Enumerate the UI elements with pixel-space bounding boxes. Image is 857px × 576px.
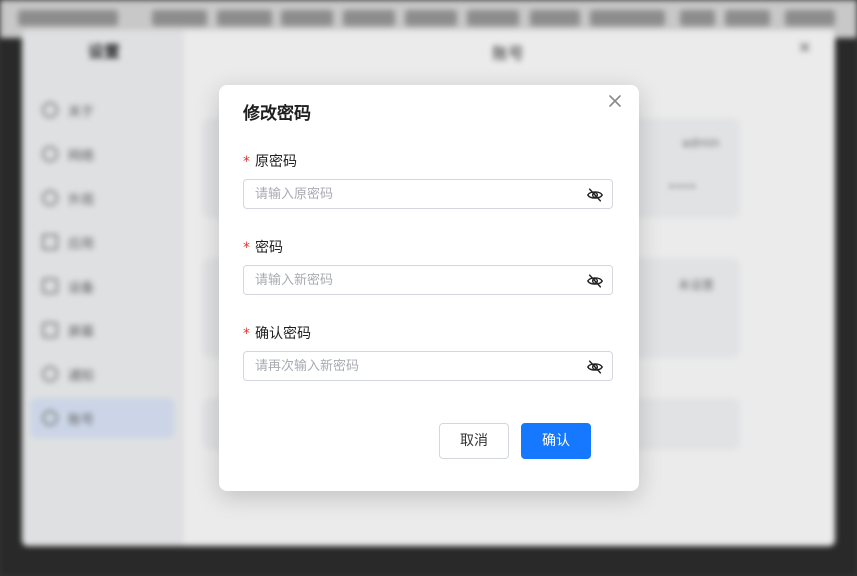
new-password-label: * 密码 (243, 237, 283, 257)
confirm-password-label: * 确认密码 (243, 323, 311, 343)
old-password-label-text: 原密码 (255, 154, 297, 170)
new-password-label-text: 密码 (255, 240, 283, 256)
old-password-label: * 原密码 (243, 151, 297, 171)
old-password-field[interactable] (243, 179, 613, 209)
required-mark: * (243, 240, 250, 256)
required-mark: * (243, 154, 250, 170)
new-password-input[interactable] (255, 266, 575, 294)
eye-hidden-icon[interactable] (586, 272, 604, 290)
cancel-button[interactable]: 取消 (439, 423, 509, 459)
eye-hidden-icon[interactable] (586, 358, 604, 376)
confirm-button[interactable]: 确认 (521, 423, 591, 459)
change-password-dialog: 修改密码 * 原密码 * 密码 * 确认密码 取消 确认 (219, 85, 639, 491)
confirm-password-field[interactable] (243, 351, 613, 381)
dialog-title: 修改密码 (243, 104, 311, 124)
new-password-field[interactable] (243, 265, 613, 295)
old-password-input[interactable] (255, 180, 575, 208)
confirm-password-input[interactable] (255, 352, 575, 380)
confirm-password-label-text: 确认密码 (255, 326, 311, 342)
required-mark: * (243, 326, 250, 342)
eye-hidden-icon[interactable] (586, 186, 604, 204)
close-icon[interactable] (605, 91, 625, 111)
